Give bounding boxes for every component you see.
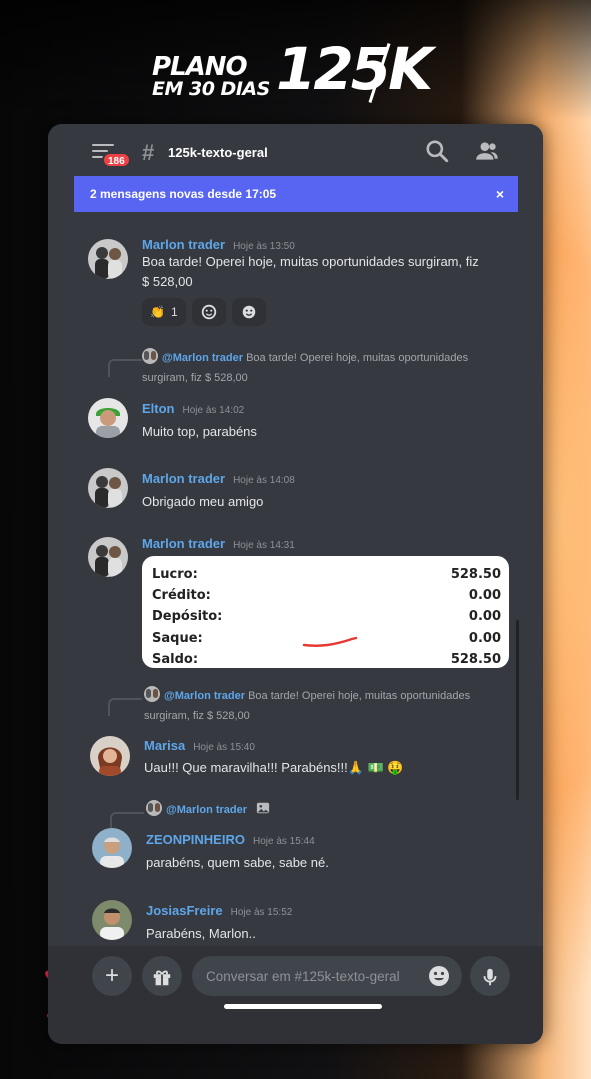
message-input[interactable] (192, 956, 462, 996)
avatar (144, 686, 160, 702)
new-messages-banner[interactable]: 2 mensagens novas desde 17:05 × (74, 176, 518, 212)
avatar[interactable] (88, 537, 128, 577)
message-author[interactable]: Elton Hoje às 14:02 (142, 401, 244, 416)
hash-icon: # (142, 140, 155, 165)
message-author[interactable]: JosiasFreire Hoje às 15:52 (146, 903, 292, 918)
message-timestamp: Hoje às 15:52 (230, 907, 293, 918)
message-author[interactable]: Marlon trader Hoje às 13:50 (142, 237, 295, 252)
add-attachment-button[interactable]: + (92, 956, 132, 996)
add-reaction-icon[interactable] (191, 298, 226, 326)
account-summary-image[interactable]: Lucro: 528.50 Crédito: 0.00 Depósito: 0.00 … (142, 556, 509, 668)
message-timestamp: Hoje às 14:08 (233, 475, 295, 486)
promo-logo: PLANO EM 30 DIAS 125K (150, 40, 440, 108)
message-author[interactable]: Marlon trader Hoje às 14:31 (142, 536, 295, 551)
avatar[interactable] (90, 736, 130, 776)
gift-icon[interactable] (142, 956, 182, 996)
promo-line2: EM 30 DIAS (152, 78, 270, 100)
message-author[interactable]: ZEONPINHEIRO Hoje às 15:44 (146, 832, 315, 847)
reaction-clap[interactable]: 👏 1 (142, 298, 186, 326)
message-timestamp: Hoje às 15:40 (193, 742, 255, 753)
message-author[interactable]: Marisa Hoje às 15:40 (144, 738, 255, 753)
promo-amount: 125K (276, 35, 433, 103)
close-icon[interactable]: × (496, 176, 504, 212)
reply-connector (108, 698, 142, 716)
home-indicator (224, 1004, 382, 1009)
reactions-row: 👏 1 (142, 298, 266, 326)
red-underline-mark (302, 636, 358, 647)
card-row-deposito: Depósito: 0.00 (152, 609, 501, 625)
message-text: Obrigado meu amigo (142, 494, 264, 509)
emoji-icon[interactable] (428, 965, 450, 987)
avatar (146, 800, 162, 816)
avatar[interactable] (88, 239, 128, 279)
message-text: parabéns, quem sabe, sabe né. (146, 855, 329, 870)
message-composer: + (48, 946, 543, 1044)
message-text: Muito top, parabéns (142, 424, 257, 439)
new-messages-text: 2 mensagens novas desde 17:05 (90, 187, 277, 201)
scrollbar[interactable] (516, 620, 519, 800)
avatar[interactable] (88, 398, 128, 438)
members-icon[interactable] (474, 138, 500, 164)
channel-header: 186 # 125k-texto-geral (48, 124, 543, 176)
channel-name[interactable]: 125k-texto-geral (168, 145, 268, 160)
image-icon (256, 802, 270, 814)
reply-preview[interactable]: @Marlon trader (146, 800, 270, 820)
reply-preview[interactable]: @Marlon trader Boa tarde! Operei hoje, m… (142, 348, 512, 388)
add-reaction-icon[interactable] (231, 298, 266, 326)
message-text: Boa tarde! Operei hoje, muitas oportunid… (142, 254, 479, 289)
reply-connector (108, 359, 142, 377)
message-text: Parabéns, Marlon.. (146, 926, 256, 941)
reply-preview[interactable]: @Marlon trader Boa tarde! Operei hoje, m… (144, 686, 514, 726)
message-timestamp: Hoje às 14:31 (233, 540, 295, 551)
message-author[interactable]: Marlon trader Hoje às 14:08 (142, 471, 295, 486)
avatar[interactable] (88, 468, 128, 508)
message-timestamp: Hoje às 14:02 (182, 405, 245, 416)
card-row-credito: Crédito: 0.00 (152, 588, 501, 604)
message-timestamp: Hoje às 13:50 (233, 241, 295, 252)
card-row-saldo: Saldo: 528.50 (152, 651, 501, 667)
avatar[interactable] (92, 900, 132, 940)
discord-app-window: 186 # 125k-texto-geral 2 mensagens novas… (48, 124, 543, 1044)
message-timestamp: Hoje às 15:44 (252, 836, 315, 847)
avatar[interactable] (92, 828, 132, 868)
message-text: Uau!!! Que maravilha!!! Parabéns!!!🙏 💵 🤑 (144, 760, 404, 775)
avatar (142, 348, 158, 364)
notification-badge: 186 (102, 152, 131, 168)
card-row-lucro: Lucro: 528.50 (152, 567, 501, 582)
search-icon[interactable] (424, 138, 450, 164)
microphone-icon[interactable] (470, 956, 510, 996)
